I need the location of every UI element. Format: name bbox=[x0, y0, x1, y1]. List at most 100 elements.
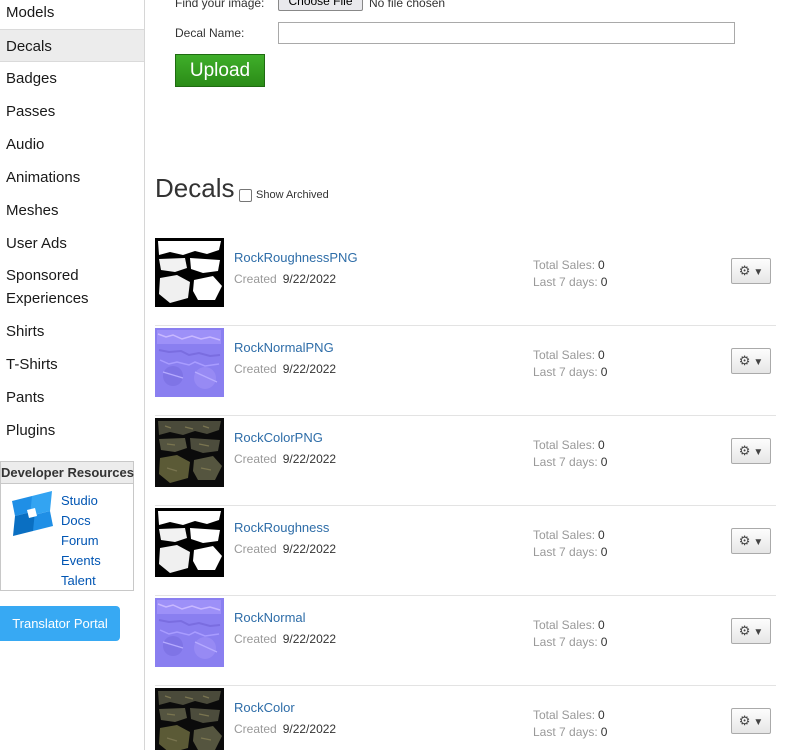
item-settings-button[interactable]: ⚙ ▼ bbox=[731, 438, 771, 464]
decal-name-link[interactable]: RockColor bbox=[234, 700, 295, 715]
sidebar-item-shirts[interactable]: Shirts bbox=[0, 315, 144, 348]
decal-sales: Total Sales: 0 Last 7 days: 0 bbox=[533, 617, 607, 651]
total-sales-value: 0 bbox=[598, 348, 605, 362]
decal-name-link[interactable]: RockRoughnessPNG bbox=[234, 250, 358, 265]
gear-icon: ⚙ bbox=[738, 263, 751, 278]
decal-sales: Total Sales: 0 Last 7 days: 0 bbox=[533, 437, 607, 471]
sidebar-item-sponsored-experiences[interactable]: Sponsored Experiences bbox=[0, 260, 144, 315]
created-date: 9/22/2022 bbox=[282, 452, 337, 466]
total-sales-value: 0 bbox=[598, 438, 605, 452]
total-sales-value: 0 bbox=[598, 528, 605, 542]
total-sales-line: Total Sales: 0 bbox=[533, 257, 607, 274]
decal-sales: Total Sales: 0 Last 7 days: 0 bbox=[533, 527, 607, 561]
decal-row: RockNormal Created 9/22/2022 Total Sales:… bbox=[155, 596, 776, 686]
last-7-days-label: Last 7 days: bbox=[533, 455, 598, 469]
created-label: Created bbox=[234, 542, 277, 556]
created-label: Created bbox=[234, 272, 277, 286]
created-label: Created bbox=[234, 632, 277, 646]
item-settings-button[interactable]: ⚙ ▼ bbox=[731, 348, 771, 374]
decal-created: Created 9/22/2022 bbox=[234, 722, 336, 736]
show-archived-label[interactable]: Show Archived bbox=[256, 189, 329, 201]
decal-thumbnail[interactable] bbox=[155, 598, 224, 667]
decal-thumbnail[interactable] bbox=[155, 238, 224, 307]
total-sales-line: Total Sales: 0 bbox=[533, 347, 607, 364]
dev-link-talent[interactable]: Talent bbox=[61, 573, 96, 588]
last-7-days-value: 0 bbox=[600, 275, 608, 289]
sidebar-item-plugins[interactable]: Plugins bbox=[0, 414, 144, 447]
item-settings-button[interactable]: ⚙ ▼ bbox=[731, 708, 771, 734]
decal-thumbnail[interactable] bbox=[155, 328, 224, 397]
total-sales-value: 0 bbox=[598, 618, 605, 632]
total-sales-value: 0 bbox=[598, 258, 605, 272]
decal-sales: Total Sales: 0 Last 7 days: 0 bbox=[533, 347, 607, 381]
gear-icon: ⚙ bbox=[738, 443, 751, 458]
last-7-days-value: 0 bbox=[600, 635, 608, 649]
last-7-days-label: Last 7 days: bbox=[533, 545, 598, 559]
gear-icon: ⚙ bbox=[738, 713, 751, 728]
page-title: Decals bbox=[155, 173, 235, 203]
created-date: 9/22/2022 bbox=[282, 362, 337, 376]
decal-thumbnail[interactable] bbox=[155, 688, 224, 750]
choose-file-button[interactable]: Choose File bbox=[278, 0, 363, 11]
last-7-days-label: Last 7 days: bbox=[533, 725, 598, 739]
dev-link-forum[interactable]: Forum bbox=[61, 533, 99, 548]
created-label: Created bbox=[234, 722, 277, 736]
caret-down-icon: ▼ bbox=[753, 447, 764, 458]
total-sales-line: Total Sales: 0 bbox=[533, 437, 607, 454]
developer-resources-title: Developer Resources bbox=[1, 462, 134, 484]
last-7-days-line: Last 7 days: 0 bbox=[533, 544, 607, 561]
item-settings-button[interactable]: ⚙ ▼ bbox=[731, 528, 771, 554]
decal-name-link[interactable]: RockRoughness bbox=[234, 520, 329, 535]
sidebar-item-audio[interactable]: Audio bbox=[0, 128, 144, 161]
translator-portal-button[interactable]: Translator Portal bbox=[0, 606, 120, 641]
no-file-chosen-text: No file chosen bbox=[369, 0, 446, 10]
decal-row: RockRoughness Created 9/22/2022 Total Sal… bbox=[155, 506, 776, 596]
decal-name-link[interactable]: RockColorPNG bbox=[234, 430, 323, 445]
last-7-days-line: Last 7 days: 0 bbox=[533, 634, 607, 651]
item-settings-button[interactable]: ⚙ ▼ bbox=[731, 618, 771, 644]
decal-name-link[interactable]: RockNormal bbox=[234, 610, 306, 625]
sidebar-item-badges[interactable]: Badges bbox=[0, 62, 144, 95]
last-7-days-line: Last 7 days: 0 bbox=[533, 724, 607, 741]
sidebar-item-user-ads[interactable]: User Ads bbox=[0, 227, 144, 260]
sidebar-item-pants[interactable]: Pants bbox=[0, 381, 144, 414]
item-settings-button[interactable]: ⚙ ▼ bbox=[731, 258, 771, 284]
decal-thumbnail[interactable] bbox=[155, 508, 224, 577]
dev-link-studio[interactable]: Studio bbox=[61, 493, 98, 508]
total-sales-label: Total Sales: bbox=[533, 708, 596, 722]
last-7-days-label: Last 7 days: bbox=[533, 635, 598, 649]
last-7-days-line: Last 7 days: 0 bbox=[533, 274, 607, 291]
sidebar-item-t-shirts[interactable]: T-Shirts bbox=[0, 348, 144, 381]
show-archived-checkbox[interactable] bbox=[239, 189, 252, 202]
created-date: 9/22/2022 bbox=[282, 272, 337, 286]
decal-thumbnail[interactable] bbox=[155, 418, 224, 487]
dev-link-docs[interactable]: Docs bbox=[61, 513, 91, 528]
created-label: Created bbox=[234, 362, 277, 376]
developer-resources-panel: Developer Resources Studio Docs Forum Ev… bbox=[0, 461, 134, 591]
created-label: Created bbox=[234, 452, 277, 466]
last-7-days-line: Last 7 days: 0 bbox=[533, 454, 607, 471]
created-date: 9/22/2022 bbox=[282, 632, 337, 646]
total-sales-label: Total Sales: bbox=[533, 438, 596, 452]
upload-button[interactable]: Upload bbox=[175, 54, 265, 87]
total-sales-value: 0 bbox=[598, 708, 605, 722]
total-sales-line: Total Sales: 0 bbox=[533, 707, 607, 724]
decal-name-input[interactable] bbox=[278, 22, 735, 44]
caret-down-icon: ▼ bbox=[753, 717, 764, 728]
last-7-days-value: 0 bbox=[600, 545, 608, 559]
sidebar-item-animations[interactable]: Animations bbox=[0, 161, 144, 194]
total-sales-label: Total Sales: bbox=[533, 528, 596, 542]
last-7-days-value: 0 bbox=[600, 365, 608, 379]
dev-link-events[interactable]: Events bbox=[61, 553, 101, 568]
total-sales-line: Total Sales: 0 bbox=[533, 617, 607, 634]
sidebar-item-passes[interactable]: Passes bbox=[0, 95, 144, 128]
sidebar-nav: Models Decals Badges Passes Audio Animat… bbox=[0, 0, 144, 447]
sidebar-item-meshes[interactable]: Meshes bbox=[0, 194, 144, 227]
gear-icon: ⚙ bbox=[738, 353, 751, 368]
decal-name-link[interactable]: RockNormalPNG bbox=[234, 340, 334, 355]
sidebar-item-models[interactable]: Models bbox=[0, 0, 144, 29]
sidebar-item-decals[interactable]: Decals bbox=[0, 29, 144, 62]
last-7-days-line: Last 7 days: 0 bbox=[533, 364, 607, 381]
decal-created: Created 9/22/2022 bbox=[234, 452, 336, 466]
decal-sales: Total Sales: 0 Last 7 days: 0 bbox=[533, 257, 607, 291]
